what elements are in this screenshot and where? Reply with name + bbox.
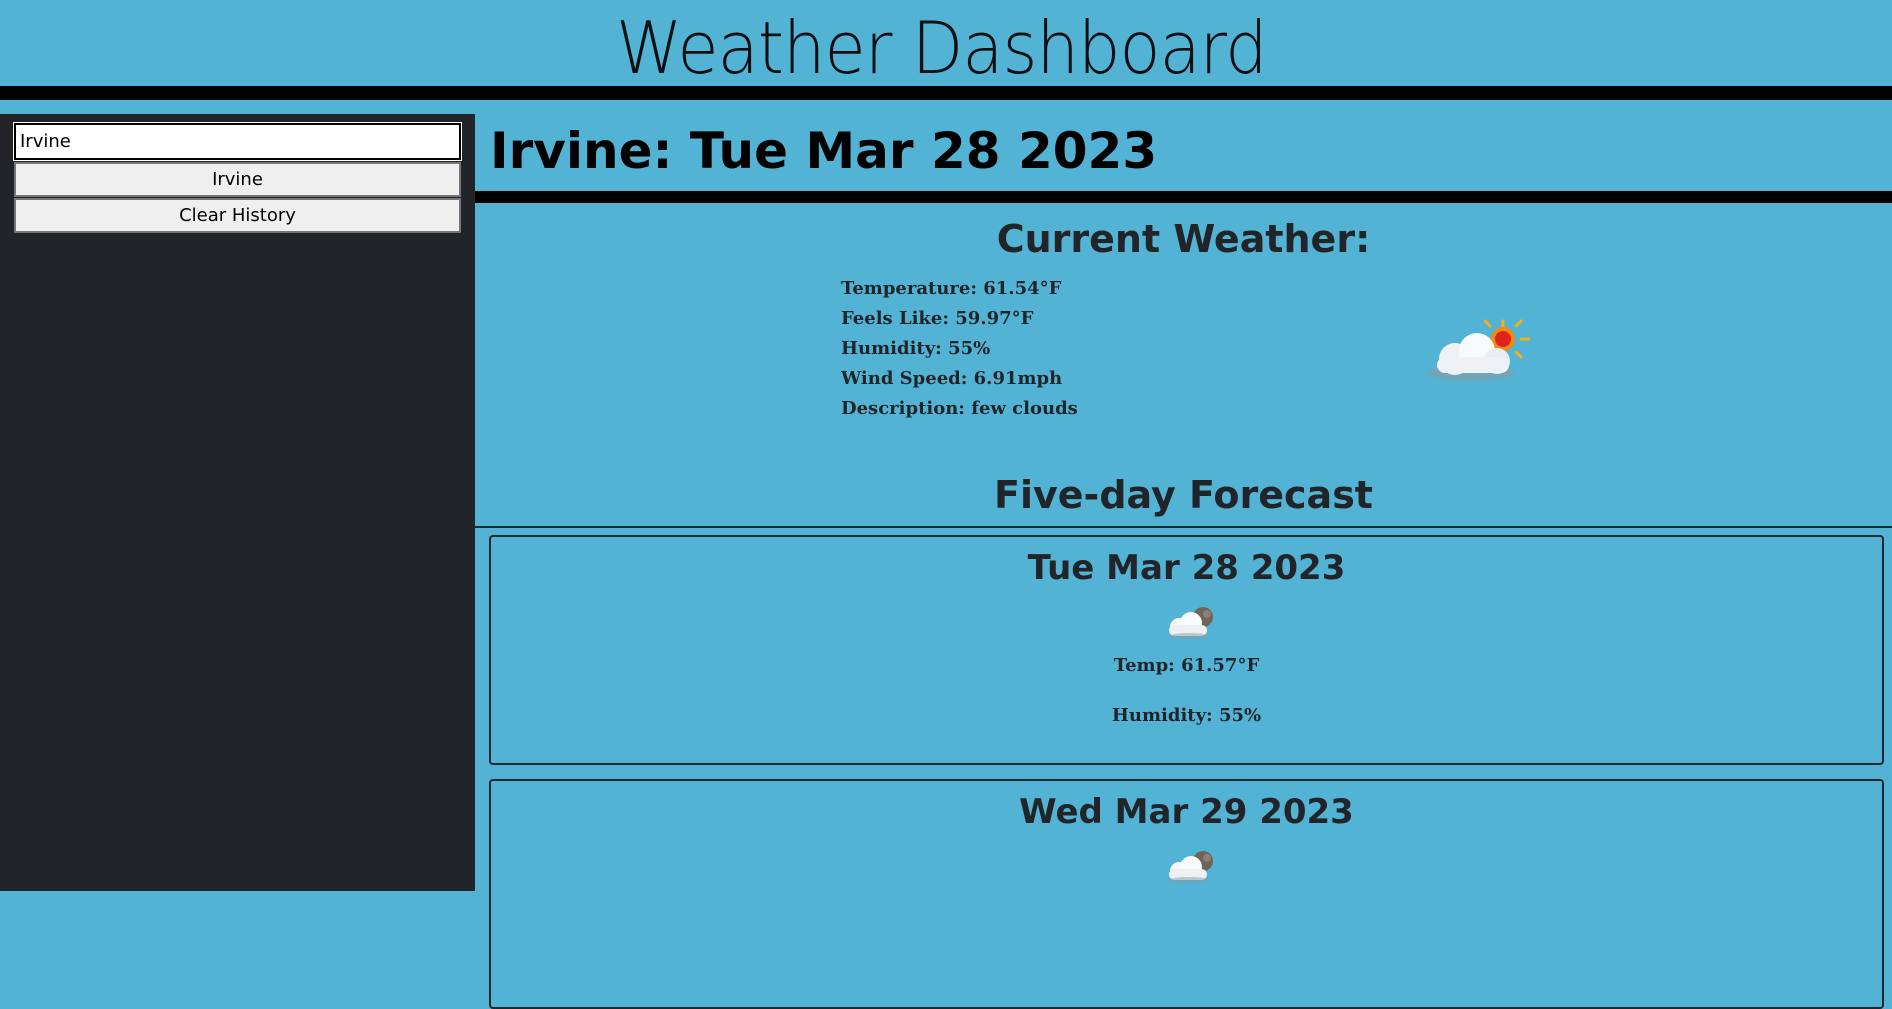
sidebar: Irvine Clear History	[0, 114, 475, 891]
few-clouds-night-icon	[1169, 851, 1213, 883]
main-content: Irvine: Tue Mar 28 2023 Current Weather:…	[475, 114, 1892, 1009]
app-title: Weather Dashboard	[615, 6, 1268, 90]
forecast-temp: Temp: 61.57°F	[1113, 655, 1260, 676]
current-description: Description: few clouds	[841, 398, 1078, 419]
history-button-irvine[interactable]: Irvine	[14, 162, 461, 197]
current-temperature: Temperature: 61.54°F	[841, 278, 1062, 299]
forecast-heading: Five-day Forecast	[994, 473, 1373, 517]
forecast-day-card: Tue Mar 28 2023 Temp: 61.57°F Humidity: …	[489, 535, 1884, 765]
current-wind-speed: Wind Speed: 6.91mph	[841, 368, 1063, 389]
clear-history-button[interactable]: Clear History	[14, 198, 461, 233]
city-search-input[interactable]	[13, 122, 462, 161]
current-weather-details: Temperature: 61.54°F Feels Like: 59.97°F…	[841, 274, 1078, 424]
few-clouds-day-icon	[1427, 319, 1531, 381]
current-weather-heading: Current Weather:	[996, 217, 1371, 261]
app-header: Weather Dashboard	[0, 0, 1892, 100]
forecast-humidity: Humidity: 55%	[1111, 705, 1262, 726]
city-date-title: Irvine: Tue Mar 28 2023	[490, 122, 1158, 180]
forecast-divider	[475, 526, 1892, 528]
current-feels-like: Feels Like: 59.97°F	[841, 308, 1034, 329]
forecast-date: Tue Mar 28 2023	[1027, 548, 1346, 588]
forecast-date: Wed Mar 29 2023	[1019, 792, 1354, 832]
current-humidity: Humidity: 55%	[841, 338, 991, 359]
city-date-bar: Irvine: Tue Mar 28 2023	[475, 114, 1892, 203]
forecast-day-card: Wed Mar 29 2023	[489, 779, 1884, 1009]
few-clouds-night-icon	[1169, 607, 1213, 639]
